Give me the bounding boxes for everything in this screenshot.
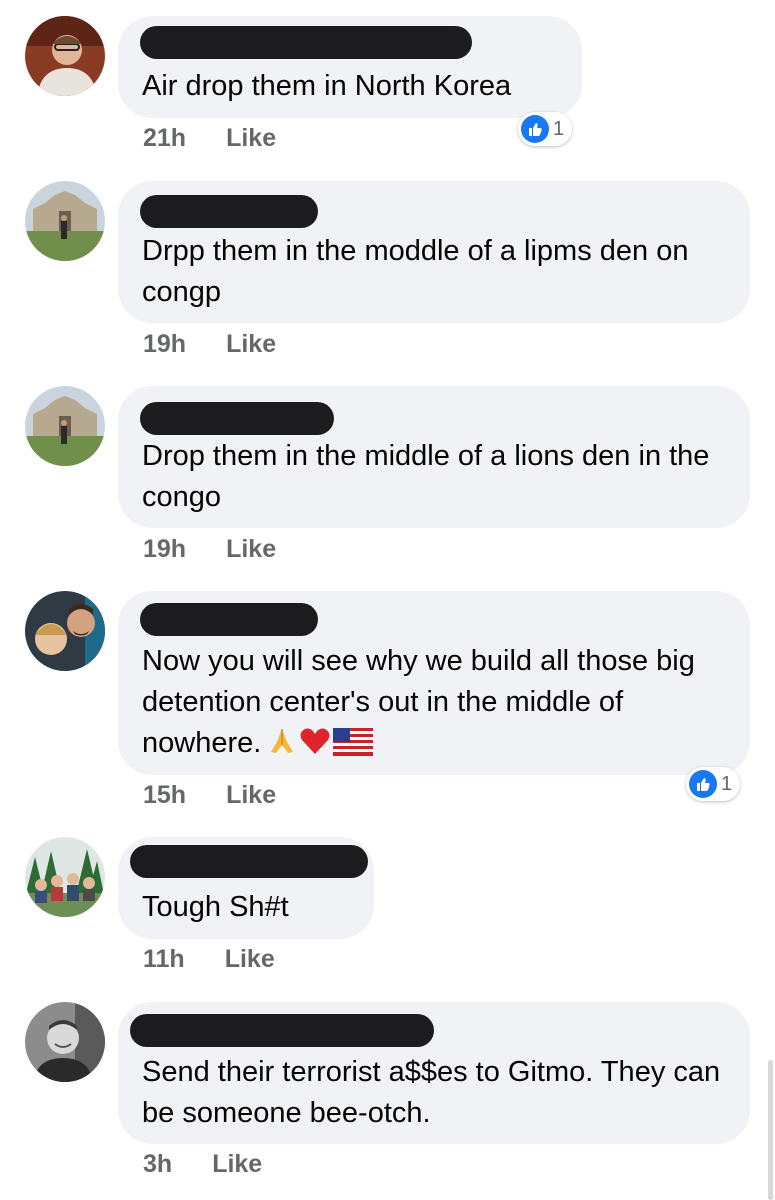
comment-timestamp[interactable]: 3h [143,1150,172,1179]
comment-bubble: Send their terrorist a$$es to Gitmo. The… [118,1002,750,1144]
comment-timestamp[interactable]: 15h [143,781,186,810]
comment-timestamp[interactable]: 19h [143,535,186,564]
like-button[interactable]: Like [226,330,276,359]
comment-text: Tough Sh#t [142,891,289,923]
avatar[interactable] [25,16,105,96]
comment-bubble: Drop them in the middle of a lions den i… [118,386,750,528]
comment-text: Send their terrorist a$$es to Gitmo. The… [142,1056,721,1129]
comment-meta: 15h Like [143,781,276,810]
redacted-author-name [130,845,368,878]
comment-meta: 11h Like [143,945,275,974]
emoji-group [267,726,374,756]
thumbs-up-icon [521,115,549,143]
redacted-author-name [140,603,318,636]
reaction-badge[interactable]: 1 [686,767,741,801]
reaction-badge[interactable]: 1 [518,112,573,146]
avatar[interactable] [25,591,105,671]
redacted-author-name [130,1014,434,1047]
comment-text-body: Now you will see why we build all those … [142,645,695,759]
reaction-count: 1 [553,117,565,140]
avatar[interactable] [25,837,105,917]
comment-text: Drpp them in the moddle of a lipms den o… [142,235,689,308]
red-heart-icon [300,728,330,754]
comment-timestamp[interactable]: 21h [143,124,186,153]
comment-bubble: Air drop them in North Korea [118,16,582,118]
comment-bubble: Tough Sh#t [118,837,374,939]
avatar[interactable] [25,181,105,261]
folded-hands-icon [271,729,294,753]
redacted-author-name [140,26,472,59]
like-button[interactable]: Like [226,124,276,153]
like-button[interactable]: Like [226,781,276,810]
thumbs-up-icon [689,770,717,798]
redacted-author-name [140,195,318,228]
like-button[interactable]: Like [226,535,276,564]
comment-meta: 19h Like [143,330,276,359]
comment-meta: 3h Like [143,1150,262,1179]
avatar[interactable] [25,1002,105,1082]
redacted-author-name [140,402,334,435]
comment-timestamp[interactable]: 11h [143,945,185,974]
comment-text: Air drop them in North Korea [142,70,512,102]
comment-text: Drop them in the middle of a lions den i… [142,440,710,513]
comment-meta: 19h Like [143,535,276,564]
comment-text: Now you will see why we build all those … [142,641,726,764]
like-button[interactable]: Like [212,1150,262,1179]
reaction-count: 1 [721,772,733,795]
like-button[interactable]: Like [225,945,275,974]
scrollbar[interactable] [768,1060,773,1200]
us-flag-icon [333,728,374,756]
comment-meta: 21h Like [143,124,276,153]
comment-bubble: Drpp them in the moddle of a lipms den o… [118,181,750,323]
avatar[interactable] [25,386,105,466]
comment-bubble: Now you will see why we build all those … [118,591,750,775]
comment-timestamp[interactable]: 19h [143,330,186,359]
